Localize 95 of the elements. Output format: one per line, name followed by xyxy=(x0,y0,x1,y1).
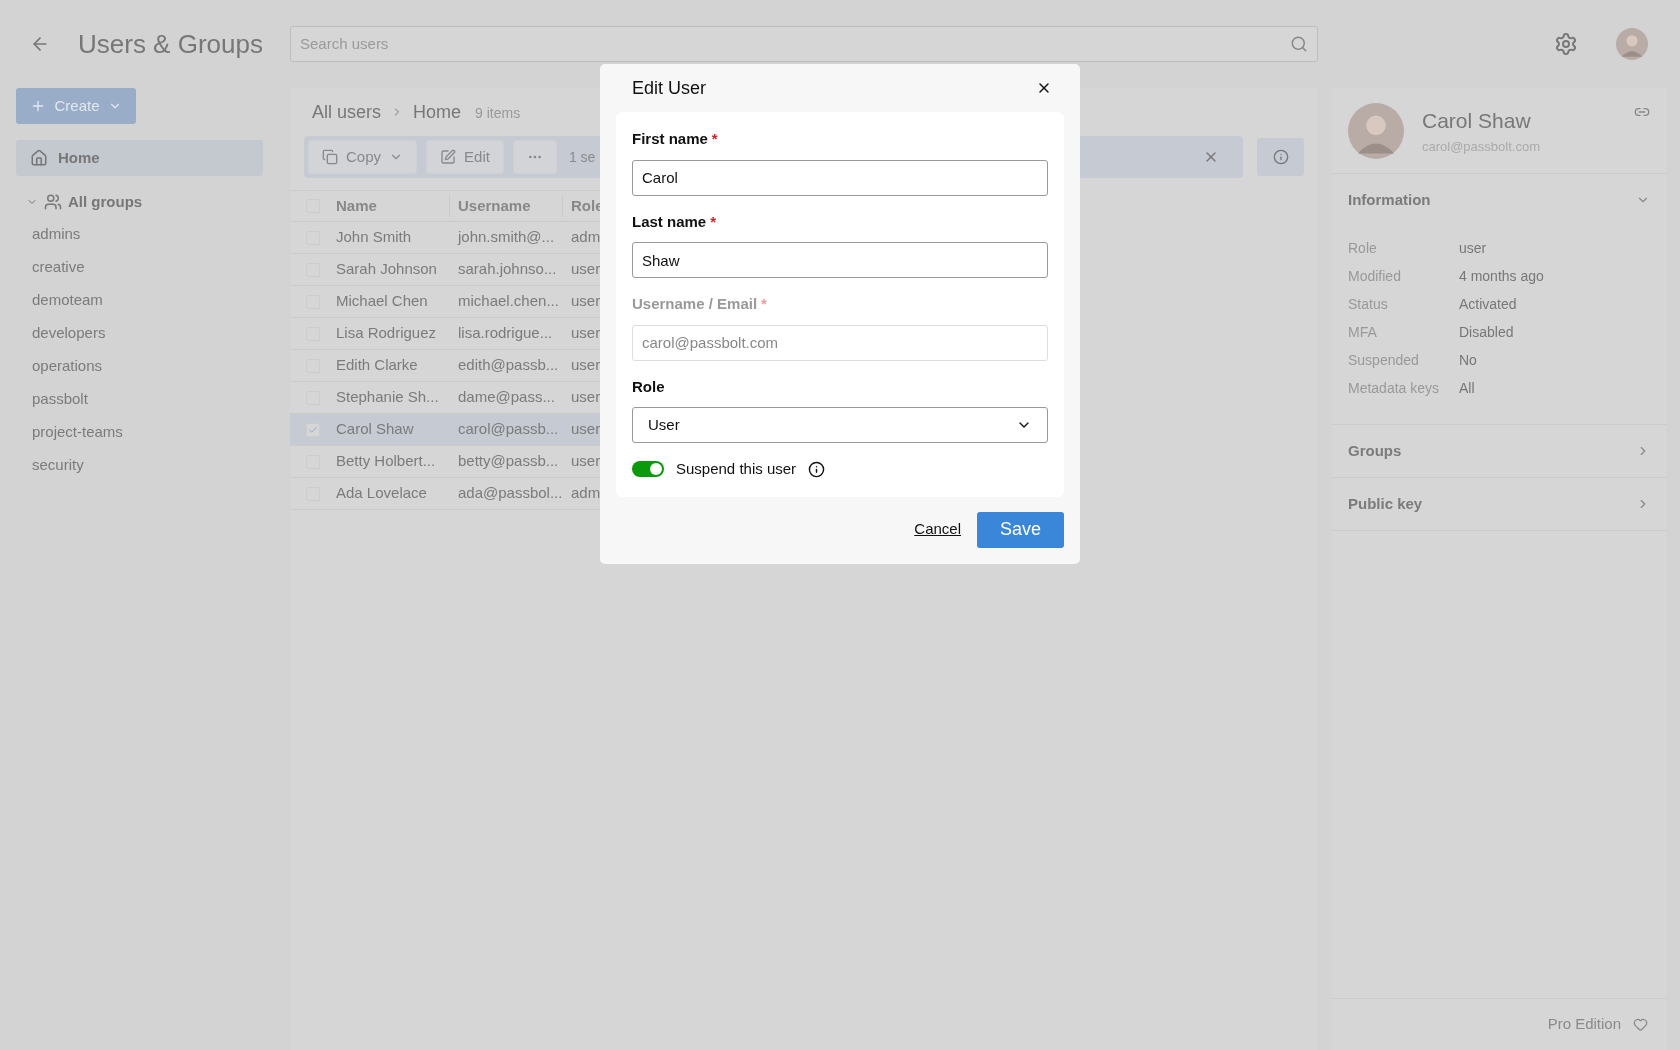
text-field[interactable]: Shaw xyxy=(632,242,1048,278)
table-cell-text: user xyxy=(570,355,601,376)
check-icon xyxy=(308,424,318,435)
group-item[interactable]: project-teams xyxy=(16,416,274,449)
table-cell-text: Stephanie Sh... xyxy=(336,387,440,408)
breadcrumb-link[interactable]: All users xyxy=(312,98,382,126)
field-label: Username / Email xyxy=(632,294,758,314)
table-cell-text: betty@passb... xyxy=(457,451,560,472)
field-label: Role xyxy=(632,376,665,397)
table-cell-text: carol@passb... xyxy=(457,419,560,440)
info-label: Status xyxy=(1348,294,1389,314)
table-cell-text: Sarah Johnson xyxy=(336,259,438,280)
info-value: Disabled xyxy=(1459,322,1514,342)
table-cell-text: user xyxy=(570,419,601,440)
avatar xyxy=(1616,28,1648,60)
info-button[interactable] xyxy=(1257,138,1304,176)
info-value: 4 months ago xyxy=(1459,266,1544,286)
table-cell-text: user xyxy=(570,323,601,344)
info-label: Modified xyxy=(1348,266,1402,286)
group-item[interactable]: demoteam xyxy=(16,284,274,317)
edit-button[interactable]: Edit xyxy=(426,140,504,174)
table-cell-text: edith@passb... xyxy=(457,355,560,376)
column-header[interactable]: Username xyxy=(449,194,562,218)
selection-count: 1 se xyxy=(568,147,596,167)
info-label: Metadata keys xyxy=(1348,378,1441,398)
table-cell-text: user xyxy=(570,259,601,280)
info-icon[interactable] xyxy=(808,460,826,478)
user-name: Carol Shaw xyxy=(1422,108,1532,134)
group-item[interactable]: developers xyxy=(16,317,274,350)
group-item[interactable]: creative xyxy=(16,251,274,284)
home-icon xyxy=(30,149,48,167)
table-cell-text: Edith Clarke xyxy=(336,355,419,376)
table-cell-text: dame@pass... xyxy=(457,387,556,408)
info-icon xyxy=(1272,149,1289,165)
info-value: user xyxy=(1459,238,1487,258)
info-value: No xyxy=(1459,350,1477,370)
groups-heading[interactable]: All groups xyxy=(68,190,143,214)
field-label: Last name xyxy=(632,211,707,232)
create-button[interactable]: Create xyxy=(16,88,136,124)
heart-icon[interactable] xyxy=(1633,1017,1648,1032)
field-label: First name xyxy=(632,129,708,149)
table-cell-text: Ada Lovelace xyxy=(336,483,428,504)
settings-icon[interactable] xyxy=(1554,32,1578,56)
group-item[interactable]: passbolt xyxy=(16,383,274,416)
section-heading[interactable]: Groups xyxy=(1348,439,1402,463)
edit-icon xyxy=(440,149,457,165)
required-mark: * xyxy=(710,211,717,232)
sidebar-item[interactable]: Home xyxy=(16,140,263,176)
table-cell-text: Lisa Rodriguez xyxy=(336,323,438,344)
table-cell-text: user xyxy=(570,451,601,472)
search-field[interactable]: Search users xyxy=(290,26,1318,62)
table-cell-text: adm xyxy=(570,483,601,504)
info-label: Suspended xyxy=(1348,350,1420,370)
table-cell-text: adm xyxy=(570,227,601,248)
required-mark: * xyxy=(711,129,718,149)
table-cell-text: michael.chen... xyxy=(457,291,560,312)
section-heading[interactable]: Information xyxy=(1348,188,1431,212)
dialog-title: Edit User xyxy=(631,76,707,100)
column-header[interactable]: Name xyxy=(336,194,449,218)
table-cell-text: user xyxy=(570,291,601,312)
group-item[interactable]: operations xyxy=(16,350,274,383)
breadcrumb-current: Home xyxy=(413,100,462,124)
table-cell-text: john.smith@... xyxy=(456,227,556,248)
save-button[interactable]: Save xyxy=(977,511,1064,548)
users-icon xyxy=(44,193,62,211)
role-select[interactable]: User xyxy=(632,407,1048,443)
search-icon[interactable] xyxy=(1290,35,1308,53)
toggle-label: Suspend this user xyxy=(676,459,797,479)
copy-button[interactable]: Copy xyxy=(308,140,418,174)
table-cell-text: John Smith xyxy=(336,227,413,248)
group-item[interactable]: security xyxy=(16,449,274,482)
table-cell-text: sarah.johnso... xyxy=(457,259,558,280)
table-cell-text: ada@passbol... xyxy=(457,483,562,504)
checkbox[interactable] xyxy=(306,422,320,437)
table-cell-text: Carol Shaw xyxy=(336,419,415,440)
page-title: Users & Groups xyxy=(78,27,263,61)
table-cell-text: lisa.rodrigue... xyxy=(457,323,554,344)
table-cell-text: Betty Holbert... xyxy=(336,451,437,472)
info-value: Activated xyxy=(1459,294,1517,314)
more-button[interactable] xyxy=(512,140,557,174)
info-label: MFA xyxy=(1348,322,1378,342)
copy-icon xyxy=(322,149,338,165)
section-heading[interactable]: Public key xyxy=(1348,492,1423,516)
cancel-link[interactable]: Cancel xyxy=(914,518,961,541)
toggle-switch[interactable] xyxy=(632,461,664,478)
table-cell-text: Michael Chen xyxy=(336,291,429,312)
required-mark: * xyxy=(761,294,767,314)
info-value: All xyxy=(1459,378,1475,398)
avatar xyxy=(1348,102,1404,159)
group-item[interactable]: admins xyxy=(16,218,274,251)
info-label: Role xyxy=(1348,238,1378,258)
item-count: 9 items xyxy=(475,104,521,123)
edition-label: Pro Edition xyxy=(1547,1014,1621,1035)
text-field[interactable]: Carol xyxy=(632,159,1048,196)
table-cell-text: user xyxy=(570,387,601,408)
